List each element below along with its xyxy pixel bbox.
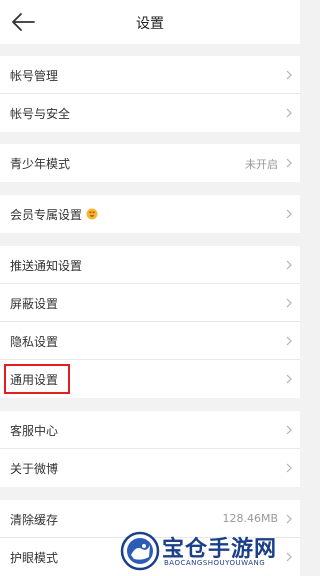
- chevron-right-icon: [286, 374, 292, 384]
- cache-size-value: 128.46MB: [222, 512, 278, 525]
- chevron-right-icon: [286, 260, 292, 270]
- settings-item-privacy-settings[interactable]: 隐私设置: [0, 322, 300, 360]
- settings-item-label: 推送通知设置: [10, 259, 83, 273]
- nav-bar: 设置: [0, 0, 300, 44]
- chevron-right-icon: [286, 336, 292, 346]
- settings-item-label: 青少年模式: [10, 157, 71, 171]
- settings-item-label: 隐私设置: [10, 335, 59, 349]
- chevron-right-icon: [286, 425, 292, 435]
- chevron-right-icon: [286, 70, 292, 80]
- settings-item-about-weibo[interactable]: 关于微博: [0, 449, 300, 487]
- chevron-right-icon: [286, 158, 292, 168]
- settings-group-support: 客服中心 关于微博: [0, 411, 300, 487]
- vip-settings-label: 会员专属设置: [10, 208, 83, 222]
- settings-item-vip-settings[interactable]: 会员专属设置: [0, 195, 300, 233]
- settings-item-label: 帐号管理: [10, 69, 59, 83]
- page-title: 设置: [136, 16, 164, 32]
- settings-item-customer-service[interactable]: 客服中心: [0, 411, 300, 449]
- settings-item-label: 会员专属设置: [10, 206, 98, 223]
- settings-item-label: 清除缓存: [10, 513, 59, 527]
- chevron-right-icon: [286, 298, 292, 308]
- teen-mode-status: 未开启: [245, 158, 278, 171]
- settings-item-account-security[interactable]: 帐号与安全: [0, 94, 300, 132]
- heart-eyes-emoji-icon: [86, 208, 98, 220]
- settings-group-vip: 会员专属设置: [0, 195, 300, 233]
- chevron-right-icon: [286, 209, 292, 219]
- highlight-box: [4, 364, 70, 394]
- settings-item-label: 客服中心: [10, 424, 59, 438]
- settings-group-teen: 青少年模式 未开启: [0, 144, 300, 182]
- settings-item-label: 帐号与安全: [10, 107, 71, 121]
- settings-item-label: 关于微博: [10, 462, 59, 476]
- settings-item-push-notifications[interactable]: 推送通知设置: [0, 246, 300, 284]
- chevron-right-icon: [286, 514, 292, 524]
- chevron-right-icon: [286, 108, 292, 118]
- chevron-right-icon: [286, 463, 292, 473]
- watermark-logo-icon: [120, 531, 160, 571]
- watermark: 宝仓手游网 BAOCANGSHOUYOUWANG: [120, 529, 298, 575]
- settings-group-account: 帐号管理 帐号与安全: [0, 56, 300, 132]
- watermark-subtitle: BAOCANGSHOUYOUWANG: [164, 559, 266, 567]
- settings-item-label: 护眼模式: [10, 551, 59, 565]
- settings-item-teen-mode[interactable]: 青少年模式 未开启: [0, 144, 300, 182]
- settings-item-block-settings[interactable]: 屏蔽设置: [0, 284, 300, 322]
- settings-item-account-management[interactable]: 帐号管理: [0, 56, 300, 94]
- settings-item-label: 屏蔽设置: [10, 297, 59, 311]
